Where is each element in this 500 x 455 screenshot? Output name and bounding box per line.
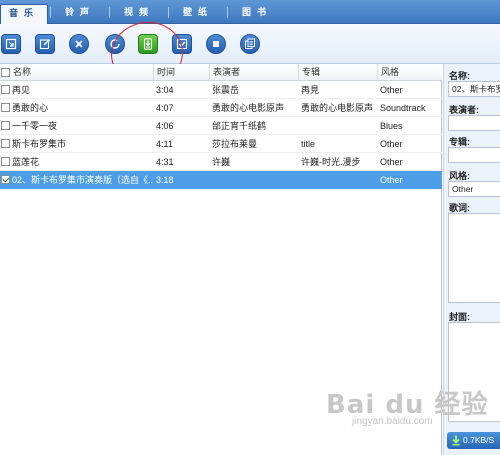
cell-album <box>298 171 377 189</box>
stop-button[interactable] <box>206 34 226 54</box>
cell-album <box>298 117 377 135</box>
cell-artist <box>209 171 298 189</box>
edit-button[interactable] <box>35 34 55 54</box>
cell-time: 4:31 <box>156 157 174 167</box>
cell-name: 再见 <box>12 85 31 95</box>
table-row[interactable]: 斯卡布罗集市 4:11 莎拉布莱曼 title Other <box>0 135 442 153</box>
cell-genre: Soundtrack <box>380 103 426 113</box>
cell-genre: Other <box>380 139 403 149</box>
select-all-button[interactable] <box>172 34 192 54</box>
cell-time: 4:07 <box>156 103 174 113</box>
cell-artist: 莎拉布莱曼 <box>212 139 258 149</box>
column-header-genre[interactable]: 风格 <box>377 64 442 81</box>
cell-artist: 勇敢的心电影原声 <box>212 103 285 113</box>
toolbar <box>0 24 500 64</box>
cell-name: 02、斯卡布罗集市演奏版（选自《... <box>12 175 153 185</box>
download-to-device-button[interactable] <box>138 34 158 54</box>
cell-album: title <box>301 139 316 149</box>
column-header-name[interactable]: 名称 <box>0 64 153 81</box>
column-header-time[interactable]: 时间 <box>153 64 209 81</box>
cell-album: 许巍-时光.漫步 <box>301 157 361 167</box>
stop-icon <box>213 41 219 47</box>
cell-album: 勇敢的心电影原声 <box>301 103 374 113</box>
edit-icon <box>39 38 51 50</box>
cell-artist: 许巍 <box>212 157 231 167</box>
refresh-icon <box>110 38 120 49</box>
cell-time: 3:18 <box>156 175 174 185</box>
tab-ringtones[interactable]: 铃声 <box>52 4 108 24</box>
artist-field[interactable] <box>448 115 500 131</box>
delete-button[interactable] <box>69 34 89 54</box>
table-row[interactable]: 勇敢的心 4:07 勇敢的心电影原声 勇敢的心电影原声 Soundtrack <box>0 99 442 117</box>
column-header-album[interactable]: 专辑 <box>298 64 377 81</box>
cell-genre: Blues <box>380 121 403 131</box>
table-row-selected[interactable]: 02、斯卡布罗集市演奏版（选自《... 3:18 Other <box>0 171 442 189</box>
top-tab-bar: 音乐 铃声 视频 壁纸 图书 <box>0 0 500 24</box>
cell-genre: Other <box>380 85 403 95</box>
delete-icon <box>75 40 83 48</box>
tab-separator <box>109 7 110 18</box>
lyrics-textarea[interactable] <box>448 213 500 303</box>
import-icon <box>5 38 17 50</box>
table-row[interactable]: 一千零一夜 4:06 邰正宵千纸鹤 Blues <box>0 117 442 135</box>
select-all-icon <box>176 38 188 50</box>
cell-name: 一千零一夜 <box>12 121 58 131</box>
select-all-checkbox[interactable] <box>1 68 10 77</box>
name-field[interactable]: 02、斯卡布罗 <box>448 81 500 97</box>
copy-button[interactable] <box>240 34 260 54</box>
tab-separator <box>227 7 228 18</box>
refresh-button[interactable] <box>105 34 125 54</box>
table-row[interactable]: 再见 3:04 张震岳 再見 Other <box>0 81 442 99</box>
album-field[interactable] <box>448 147 500 163</box>
tab-music[interactable]: 音乐 <box>0 4 48 24</box>
genre-field[interactable]: Other <box>448 181 500 197</box>
cell-time: 3:04 <box>156 85 174 95</box>
copy-icon <box>245 38 255 49</box>
download-speed-indicator[interactable]: 0.7KB/S <box>447 432 500 449</box>
cell-genre: Other <box>380 175 403 185</box>
cell-time: 4:06 <box>156 121 174 131</box>
table-row[interactable]: 蓝莲花 4:31 许巍 许巍-时光.漫步 Other <box>0 153 442 171</box>
tab-separator <box>50 7 51 18</box>
download-speed-text: 0.7KB/S <box>463 435 495 445</box>
tab-books[interactable]: 图书 <box>229 4 285 24</box>
cell-name: 斯卡布罗集市 <box>12 139 67 149</box>
cell-album: 再見 <box>301 85 320 95</box>
cell-name: 蓝莲花 <box>12 157 40 167</box>
cell-artist: 张震岳 <box>212 85 240 95</box>
list-header: 名称 时间 表演者 专辑 风格 <box>0 64 442 81</box>
import-button[interactable] <box>1 34 21 54</box>
cell-genre: Other <box>380 157 403 167</box>
watermark-url: jingyan.baidu.com <box>352 416 433 427</box>
cell-artist: 邰正宵千纸鹤 <box>212 121 267 131</box>
column-header-artist[interactable]: 表演者 <box>209 64 298 81</box>
download-to-device-icon <box>143 38 153 50</box>
cell-time: 4:11 <box>156 139 173 149</box>
tab-separator <box>168 7 169 18</box>
cell-name: 勇敢的心 <box>12 103 49 113</box>
tab-wallpapers[interactable]: 壁纸 <box>170 4 226 24</box>
download-arrow-icon <box>452 435 460 446</box>
tab-videos[interactable]: 视频 <box>111 4 167 24</box>
